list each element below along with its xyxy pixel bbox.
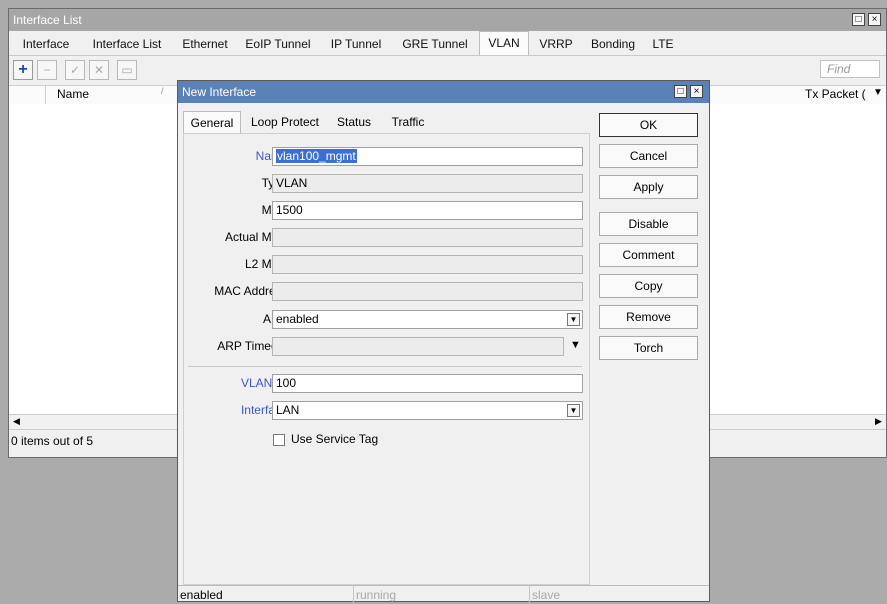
column-header-name[interactable]: Name	[57, 87, 89, 101]
tab-ip-tunnel[interactable]: IP Tunnel	[321, 33, 391, 55]
dialog-tab-general[interactable]: General	[183, 111, 241, 133]
comment-icon[interactable]: ▭	[117, 60, 137, 80]
apply-button[interactable]: Apply	[599, 175, 698, 199]
l2-mtu-field	[272, 255, 583, 274]
tab-eoip-tunnel[interactable]: EoIP Tunnel	[237, 33, 319, 55]
arp-dropdown-icon[interactable]: ▼	[567, 313, 580, 326]
scroll-right-icon[interactable]: ▶	[875, 416, 882, 427]
name-field[interactable]: vlan100_mgmt	[272, 147, 583, 166]
actual-mtu-field	[272, 228, 583, 247]
find-input[interactable]: Find	[820, 60, 880, 78]
tab-vrrp[interactable]: VRRP	[531, 33, 581, 55]
tab-bar: Interface Interface List Ethernet EoIP T…	[9, 31, 886, 55]
tab-ethernet[interactable]: Ethernet	[175, 33, 235, 55]
mac-address-field	[272, 282, 583, 301]
tab-interface[interactable]: Interface	[13, 33, 79, 55]
close-icon[interactable]: ×	[868, 13, 881, 26]
dialog-status-bar: enabled running slave	[178, 585, 709, 604]
mtu-field[interactable]: 1500	[272, 201, 583, 220]
enable-check-icon[interactable]: ✓	[65, 60, 85, 80]
column-dropdown-icon[interactable]: ▼	[873, 87, 883, 98]
scroll-left-icon[interactable]: ◀	[13, 416, 20, 427]
status-running: running	[354, 586, 530, 604]
torch-button[interactable]: Torch	[599, 336, 698, 360]
comment-button[interactable]: Comment	[599, 243, 698, 267]
separator	[188, 366, 582, 367]
status-enabled: enabled	[178, 586, 354, 604]
copy-button[interactable]: Copy	[599, 274, 698, 298]
disable-cross-icon[interactable]: ✕	[89, 60, 109, 80]
dialog-maximize-icon[interactable]: □	[674, 85, 687, 98]
interface-dropdown-icon[interactable]: ▼	[567, 404, 580, 417]
vlan-id-field[interactable]: 100	[272, 374, 583, 393]
type-field: VLAN	[272, 174, 583, 193]
arp-timeout-field[interactable]	[272, 337, 564, 356]
remove-icon[interactable]: −	[37, 60, 57, 80]
sort-indicator-icon: /	[161, 86, 164, 96]
tab-gre-tunnel[interactable]: GRE Tunnel	[393, 33, 477, 55]
window-titlebar[interactable]: Interface List □ ×	[9, 9, 886, 31]
tab-lte[interactable]: LTE	[645, 33, 681, 55]
interface-value: LAN	[276, 403, 300, 417]
add-icon[interactable]: +	[13, 60, 33, 80]
use-service-tag-checkbox[interactable]	[273, 434, 285, 446]
arp-value: enabled	[276, 312, 319, 326]
dialog-tab-status[interactable]: Status	[328, 111, 380, 133]
ok-button[interactable]: OK	[599, 113, 698, 137]
status-slave: slave	[532, 588, 561, 602]
arp-select[interactable]: enabled ▼	[272, 310, 583, 329]
disable-button[interactable]: Disable	[599, 212, 698, 236]
arp-timeout-dropdown-icon[interactable]: ▼	[570, 339, 581, 351]
tab-interface-list[interactable]: Interface List	[81, 33, 173, 55]
column-header-flags[interactable]	[9, 86, 46, 104]
dialog-tab-loop-protect[interactable]: Loop Protect	[244, 111, 326, 133]
dialog-close-icon[interactable]: ×	[690, 85, 703, 98]
new-interface-dialog: New Interface □ × General Loop Protect S…	[177, 80, 710, 604]
name-value: vlan100_mgmt	[276, 149, 357, 163]
dialog-titlebar[interactable]: New Interface □ ×	[178, 81, 709, 103]
column-header-tx-packet[interactable]: Tx Packet (	[805, 87, 866, 101]
items-count: 0 items out of 5	[11, 434, 94, 448]
use-service-tag-label: Use Service Tag	[291, 432, 379, 446]
interface-select[interactable]: LAN ▼	[272, 401, 583, 420]
dialog-tab-traffic[interactable]: Traffic	[382, 111, 434, 133]
dialog-title: New Interface	[182, 85, 257, 99]
cancel-button[interactable]: Cancel	[599, 144, 698, 168]
window-title: Interface List	[13, 13, 82, 27]
tab-vlan[interactable]: VLAN	[479, 31, 529, 55]
remove-button[interactable]: Remove	[599, 305, 698, 329]
maximize-icon[interactable]: □	[852, 13, 865, 26]
tab-bonding[interactable]: Bonding	[583, 33, 643, 55]
